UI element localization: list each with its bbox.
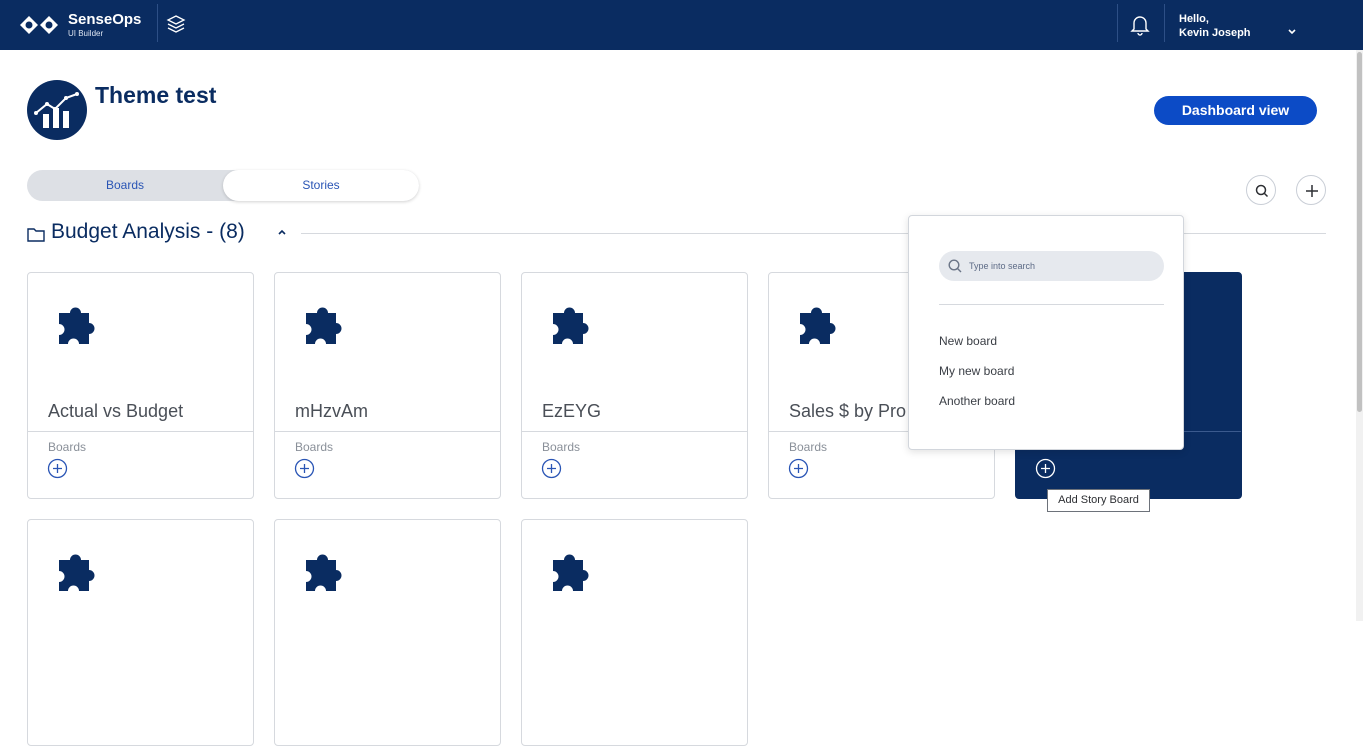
search-button[interactable] <box>1246 175 1276 205</box>
card-title: EzEYG <box>542 401 602 421</box>
chevron-down-icon[interactable] <box>1286 27 1298 37</box>
scrollbar-thumb[interactable] <box>1357 52 1362 412</box>
search-icon <box>948 259 962 273</box>
popup-search-box[interactable] <box>939 251 1164 281</box>
card-divider <box>522 431 747 432</box>
puzzle-icon <box>59 554 95 591</box>
brand-subtitle: UI Builder <box>68 29 104 38</box>
header-divider <box>1164 4 1165 42</box>
board-card[interactable] <box>27 519 254 746</box>
add-circle-icon[interactable] <box>541 458 562 479</box>
puzzle-icon <box>800 307 836 344</box>
card-subtitle: Boards <box>542 440 581 454</box>
puzzle-icon <box>306 307 342 344</box>
board-card[interactable]: Actual vs Budget Boards <box>27 272 254 499</box>
bell-icon[interactable] <box>1130 14 1150 36</box>
view-tabs: Boards Stories <box>27 170 419 201</box>
add-circle-icon[interactable] <box>47 458 68 479</box>
brand-name: SenseOps <box>68 11 142 28</box>
top-bar: SenseOps UI Builder Hello, Kevin Joseph <box>0 0 1363 50</box>
popup-item-my-new-board[interactable]: My new board <box>939 364 1014 378</box>
user-greeting[interactable]: Hello, Kevin Joseph <box>1179 12 1251 40</box>
popup-divider <box>939 304 1164 305</box>
board-card[interactable]: mHzvAm Boards <box>274 272 501 499</box>
popup-item-new-board[interactable]: New board <box>939 334 997 348</box>
search-icon <box>1255 184 1269 198</box>
chevron-up-icon[interactable] <box>277 228 287 236</box>
tab-stories[interactable]: Stories <box>223 170 419 201</box>
card-subtitle: Boards <box>48 440 87 454</box>
board-card[interactable] <box>521 519 748 746</box>
card-title: mHzvAm <box>295 401 368 421</box>
add-circle-icon[interactable] <box>788 458 809 479</box>
card-divider <box>28 431 253 432</box>
add-button[interactable] <box>1296 175 1326 205</box>
section-title: Budget Analysis - (8) <box>51 220 245 243</box>
popup-search-input[interactable] <box>969 251 1149 281</box>
puzzle-icon <box>553 307 589 344</box>
greeting-text: Hello, <box>1179 13 1209 25</box>
add-circle-icon[interactable] <box>1035 458 1056 479</box>
popup-item-another-board[interactable]: Another board <box>939 394 1015 408</box>
plus-icon <box>1306 185 1318 197</box>
card-title: Actual vs Budget <box>48 401 184 421</box>
card-subtitle: Boards <box>295 440 334 454</box>
header-divider <box>157 4 158 42</box>
page-title: Theme test <box>95 82 217 108</box>
board-card[interactable] <box>274 519 501 746</box>
card-divider <box>275 431 500 432</box>
brand: SenseOps UI Builder <box>68 11 141 39</box>
add-circle-icon[interactable] <box>294 458 315 479</box>
senseops-logo-icon[interactable] <box>18 12 60 38</box>
tab-boards[interactable]: Boards <box>27 170 223 201</box>
page-scrollbar[interactable] <box>1356 50 1363 621</box>
puzzle-icon <box>306 554 342 591</box>
add-story-board-tooltip: Add Story Board <box>1047 489 1150 512</box>
dashboard-view-button[interactable]: Dashboard view <box>1154 96 1317 125</box>
board-card[interactable]: EzEYG Boards <box>521 272 748 499</box>
board-avatar <box>27 80 87 140</box>
card-title: Sales $ by Pro <box>789 401 907 421</box>
card-subtitle: Boards <box>789 440 828 454</box>
user-name: Kevin Joseph <box>1179 27 1251 39</box>
folder-icon <box>27 228 45 242</box>
board-picker-popup: New board My new board Another board <box>908 215 1184 450</box>
layers-icon[interactable] <box>166 14 186 34</box>
puzzle-icon <box>553 554 589 591</box>
header-divider <box>1117 4 1118 42</box>
puzzle-icon <box>59 307 95 344</box>
chart-icon <box>34 92 79 128</box>
